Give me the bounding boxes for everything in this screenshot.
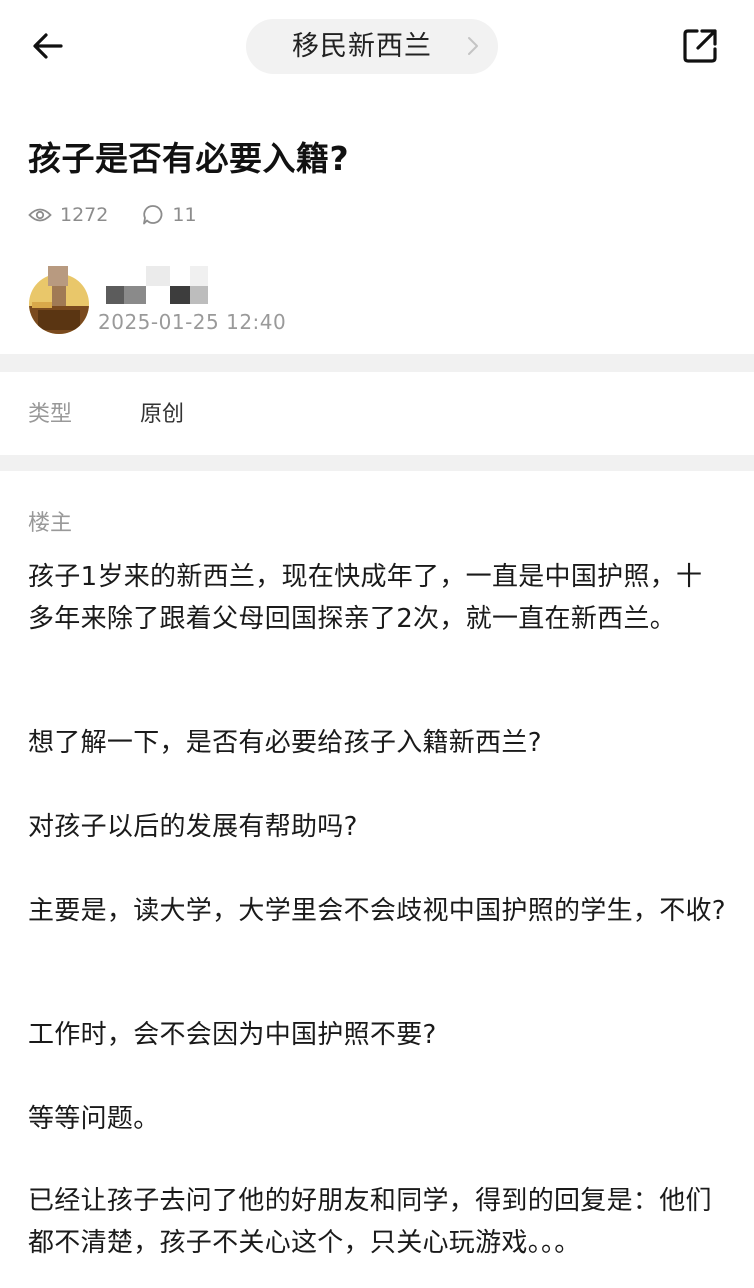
post-date: 2025-01-25 12:40 <box>98 310 287 334</box>
share-button[interactable] <box>680 26 720 66</box>
post-paragraph: 孩子1岁来的新西兰，现在快成年了，一直是中国护照，十多年来除了跟着父母回国探亲了… <box>28 562 703 634</box>
share-external-icon <box>683 29 717 63</box>
post-paragraph: 主要是，读大学，大学里会不会歧视中国护照的学生，不收? <box>28 896 726 926</box>
views-stat: 1272 <box>28 204 108 226</box>
forum-name: 移民新西兰 <box>292 31 432 62</box>
chevron-right-icon <box>468 37 478 55</box>
post-paragraph: 对孩子以后的发展有帮助吗? <box>28 812 358 842</box>
post-paragraph: 已经让孩子去问了他的好朋友和同学，得到的回复是：他们都不清楚，孩子不关心这个，只… <box>28 1186 712 1258</box>
author-name-blurred[interactable] <box>106 266 216 308</box>
section-divider <box>0 354 754 372</box>
post-stats: 1272 11 <box>28 200 231 230</box>
top-bar: 移民新西兰 <box>0 0 754 96</box>
post-paragraph: 工作时，会不会因为中国护照不要? <box>28 1020 437 1050</box>
back-button[interactable] <box>28 26 68 66</box>
comments-count: 11 <box>172 204 197 226</box>
post-paragraph: 想了解一下，是否有必要给孩子入籍新西兰? <box>28 728 542 758</box>
comments-stat[interactable]: 11 <box>142 204 197 226</box>
views-count: 1272 <box>60 204 109 226</box>
back-arrow-icon <box>33 33 63 59</box>
eye-icon <box>28 208 52 222</box>
post-title: 孩子是否有必要入籍? <box>28 139 350 178</box>
comment-icon <box>143 205 163 225</box>
type-value: 原创 <box>140 402 185 427</box>
op-label: 楼主 <box>28 511 73 536</box>
type-label: 类型 <box>28 402 73 427</box>
forum-pill[interactable]: 移民新西兰 <box>246 19 498 74</box>
section-divider <box>0 455 754 471</box>
avatar[interactable] <box>28 266 90 334</box>
post-paragraph: 等等问题。 <box>28 1104 160 1134</box>
